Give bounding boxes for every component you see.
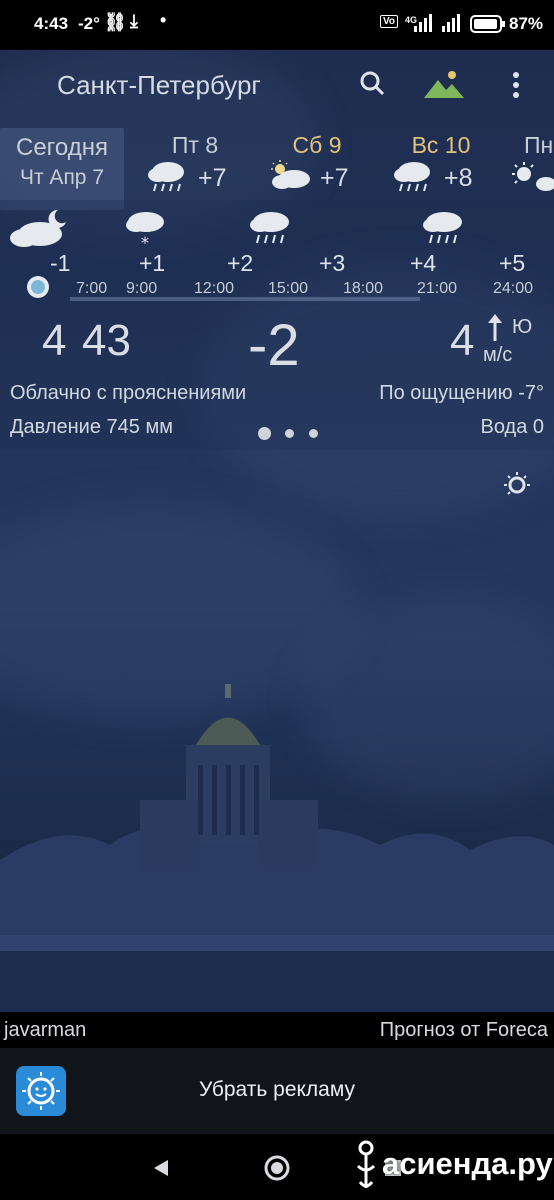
- status-time: 4:43: [34, 14, 69, 33]
- page-dot-active: [258, 427, 271, 440]
- credits-bar: javarman Прогноз от Foreca: [0, 1012, 554, 1048]
- forecast-provider[interactable]: Прогноз от Foreca: [380, 1019, 548, 1042]
- status-bar: 4:43 -2° ⛓ ⤓ • Vo 4G 87%: [0, 0, 554, 50]
- precipitation: Вода 0: [480, 416, 545, 438]
- photo-author[interactable]: javarman: [4, 1019, 86, 1042]
- hourly-forecast: * -1 +1 +2 +3 +4 +5 7:00 9:00 12:00 15:0…: [0, 200, 554, 305]
- snow-cloud-icon: *: [126, 212, 164, 252]
- rain-cloud-icon: [148, 162, 184, 192]
- pressure: Давление 745 мм: [10, 416, 173, 438]
- wind-direction: Ю: [512, 316, 533, 338]
- hourly-scrollbar[interactable]: [70, 297, 420, 301]
- day-name: Вс 10: [411, 132, 471, 158]
- more-menu-icon[interactable]: [508, 70, 524, 100]
- remove-ads-banner[interactable]: Убрать рекламу: [0, 1048, 554, 1134]
- day-tab-today[interactable]: Сегодня Чт Апр 7: [0, 128, 124, 210]
- battery-icon: [470, 15, 505, 33]
- hourly-time: 21:00: [417, 280, 458, 297]
- sun-cloud-icon: [512, 162, 554, 191]
- day-name: Пт 8: [171, 132, 219, 158]
- day-tab-sun[interactable]: Вс 10 +8: [386, 120, 496, 200]
- page-dot: [285, 429, 294, 438]
- city-title[interactable]: Санкт-Петербург: [57, 70, 261, 101]
- hourly-time: 15:00: [268, 280, 309, 297]
- hourly-temp: -1: [50, 250, 71, 276]
- hourly-time: 12:00: [194, 280, 235, 297]
- home-icon[interactable]: [263, 1154, 291, 1182]
- rain-cloud-icon: [394, 162, 430, 192]
- hourly-time: 18:00: [343, 280, 384, 297]
- current-time-indicator: [27, 276, 49, 298]
- day-name: Пн: [524, 132, 554, 158]
- rain-cloud-icon: [423, 212, 462, 244]
- day-temp: +8: [444, 164, 473, 192]
- signal-icon: [414, 14, 432, 32]
- battery-percent: 87%: [509, 14, 544, 33]
- hourly-temp: +1: [139, 250, 166, 276]
- day-tab-mon[interactable]: Пн: [508, 120, 554, 200]
- daily-forecast-strip: Сегодня Чт Апр 7 Пт 8 +7 Сб 9 +7 Вс 10 +…: [0, 120, 554, 210]
- hourly-temp: +3: [319, 250, 346, 276]
- hourly-time: 9:00: [126, 280, 158, 297]
- day-temp: +7: [198, 164, 227, 192]
- status-temp: -2°: [78, 14, 100, 33]
- hourly-time: 7:00: [76, 280, 108, 297]
- hourly-temp: +5: [499, 250, 526, 276]
- wind-arrow-icon: [488, 314, 502, 341]
- wind-speed: 4: [450, 316, 475, 365]
- day-name: Сб 9: [292, 132, 342, 158]
- signal-icon-2: [442, 14, 460, 32]
- download-icon: ⤓: [130, 11, 138, 31]
- current-time-minutes: 43: [82, 316, 131, 365]
- current-time-hours: 4: [42, 316, 67, 365]
- remove-ads-label[interactable]: Убрать рекламу: [0, 1078, 554, 1102]
- landscape-icon[interactable]: [422, 68, 466, 100]
- day-tab-sat[interactable]: Сб 9 +7: [262, 120, 372, 200]
- day-tab-fri[interactable]: Пт 8 +7: [140, 120, 250, 200]
- day-name: Сегодня: [16, 134, 108, 161]
- hourly-temp: +4: [410, 250, 437, 276]
- brightness-icon[interactable]: [502, 470, 532, 500]
- watermark-logo-icon: [356, 1140, 376, 1188]
- watermark-text: асиенда.ру: [382, 1146, 553, 1181]
- page-dot: [309, 429, 318, 438]
- partly-cloudy-icon: [271, 160, 310, 189]
- search-icon[interactable]: [355, 66, 391, 102]
- volte-icon: Vo: [380, 15, 399, 28]
- day-temp: +7: [320, 164, 349, 192]
- wind-unit: м/с: [483, 344, 513, 366]
- hourly-time: 24:00: [493, 280, 534, 297]
- cloud-moon-icon: [10, 209, 66, 247]
- system-nav-bar: асиенда.ру: [0, 1134, 554, 1200]
- feels-like: По ощущению -7°: [379, 382, 544, 404]
- current-temperature: -2: [248, 313, 300, 378]
- hourly-temp: +2: [227, 250, 254, 276]
- day-date: Чт Апр 7: [19, 166, 105, 189]
- rain-cloud-icon: [250, 212, 289, 244]
- condition-text: Облачно с прояснениями: [10, 382, 247, 404]
- back-icon[interactable]: [150, 1158, 170, 1178]
- link-icon: ⛓: [104, 12, 127, 32]
- dot-icon: •: [160, 10, 167, 30]
- toolbar: Санкт-Петербург: [0, 50, 554, 120]
